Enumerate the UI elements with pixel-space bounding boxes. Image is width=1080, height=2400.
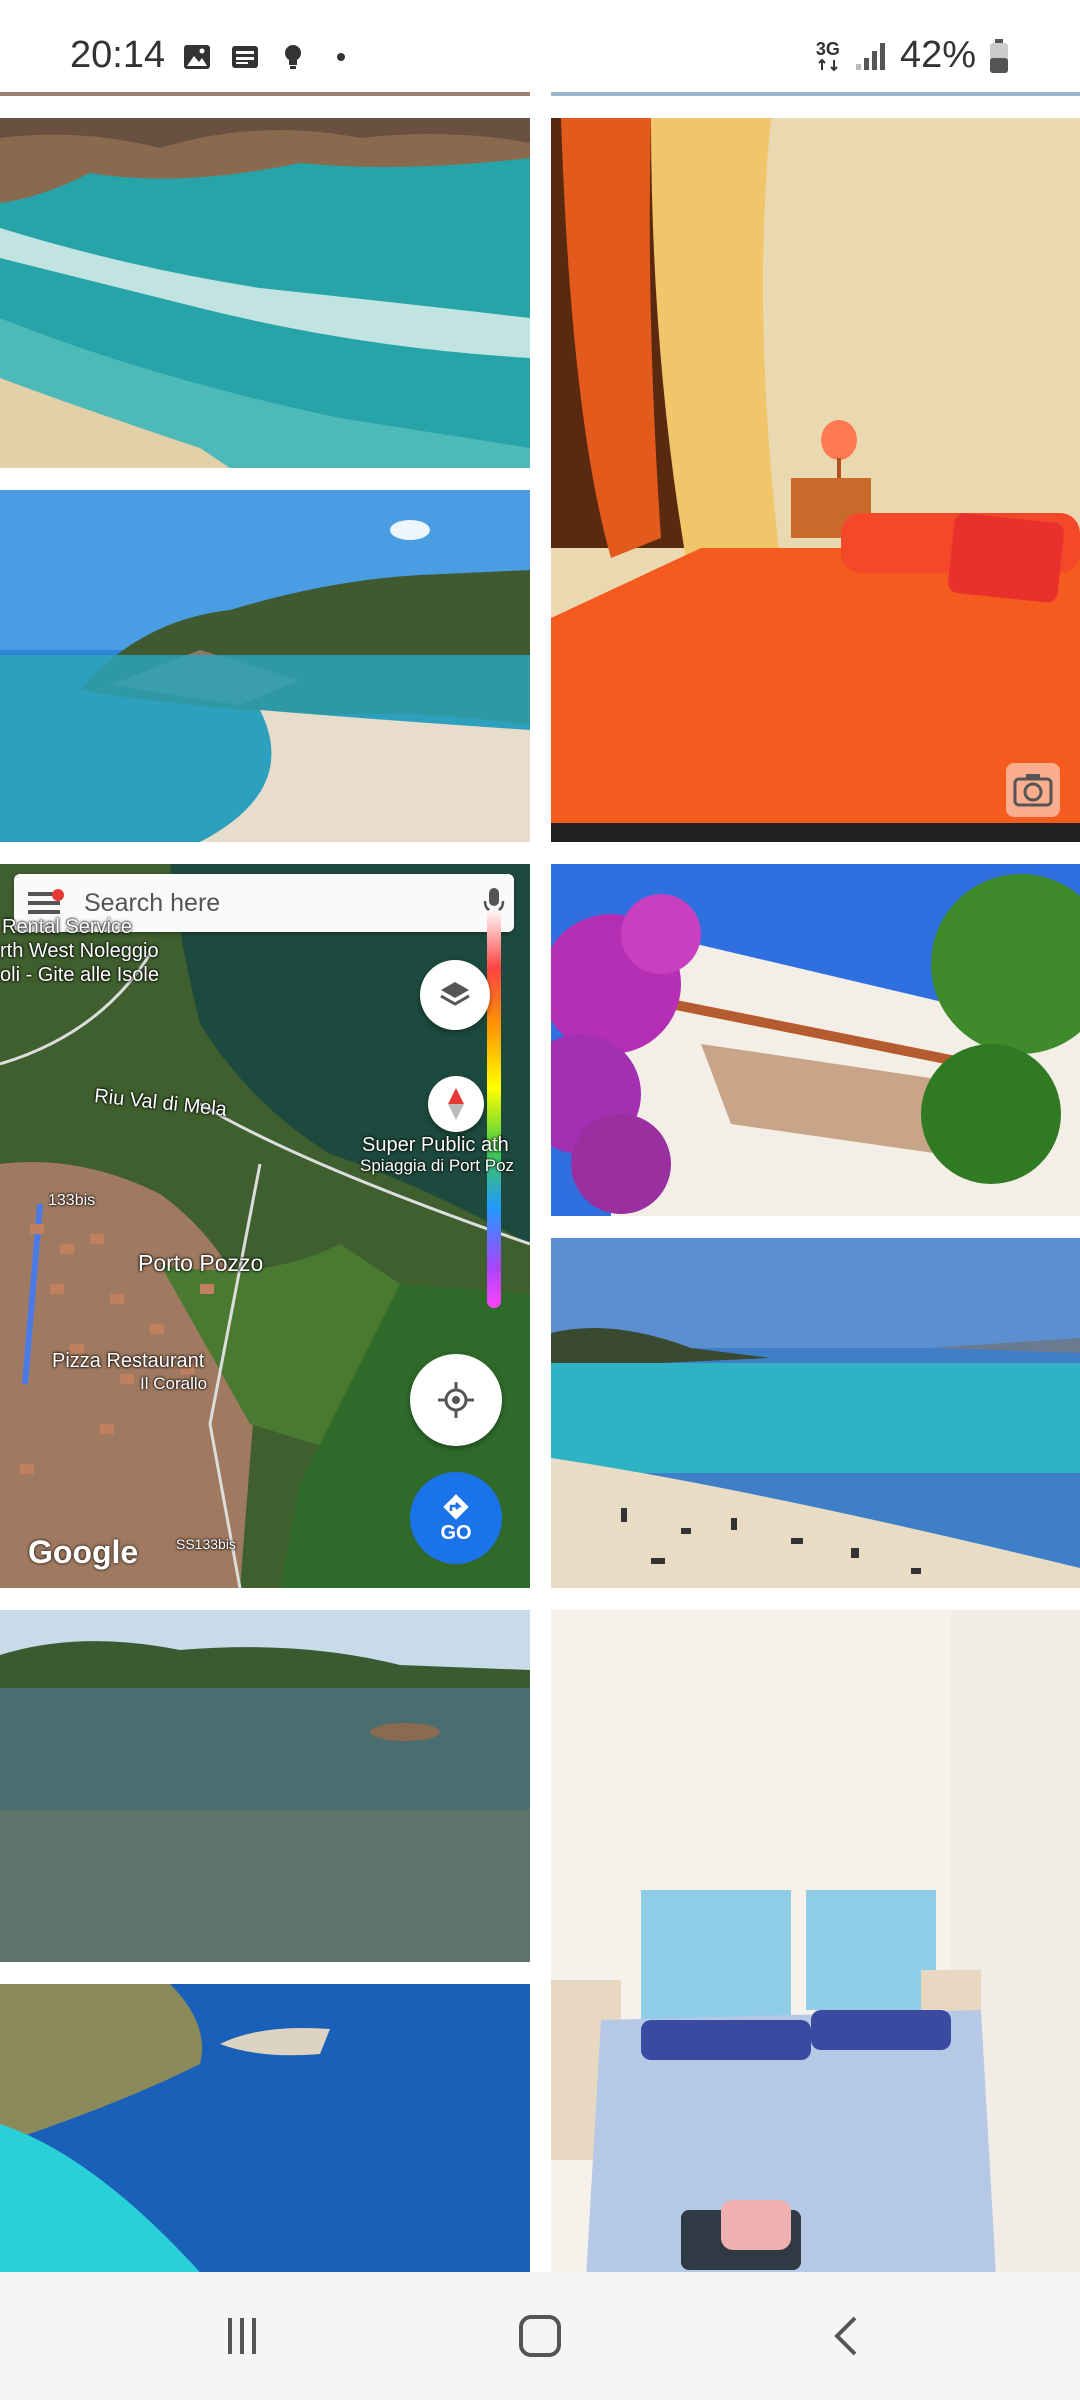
photo-beach-waves[interactable] [0, 118, 530, 468]
map-menu-icon[interactable] [14, 887, 74, 919]
photo-clear-sea-hills[interactable] [0, 1610, 530, 1962]
network-3g-icon: 3G [814, 40, 842, 72]
battery-icon [990, 38, 1008, 73]
photo-gallery[interactable]: Search here GO Rental Service rth West N… [0, 92, 1080, 2272]
network-label: 3G [815, 38, 840, 59]
recent-apps-icon[interactable] [202, 2304, 282, 2368]
photo-partial-top-right[interactable] [551, 92, 1080, 96]
photo-aerial-coast[interactable] [0, 1984, 530, 2272]
go-label: GO [440, 1521, 472, 1544]
map-label-road2: SS133bis [176, 1536, 236, 1552]
color-strip [487, 908, 501, 1308]
map-label-gite: oli - Gite alle Isole [0, 964, 159, 986]
photo-map-screenshot[interactable]: Search here GO Rental Service rth West N… [0, 864, 530, 1588]
back-icon[interactable] [806, 2304, 886, 2368]
map-label-road1: 133bis [48, 1192, 96, 1209]
photo-red-bedroom[interactable] [551, 118, 1080, 842]
gallery-icon [184, 45, 210, 69]
map-label-rental: Rental Service [2, 916, 133, 938]
google-logo: Google [28, 1534, 139, 1570]
signal-icon [855, 42, 885, 70]
map-label-pizza: Pizza Restaurant [52, 1350, 205, 1372]
map-label-north-west: rth West Noleggio [0, 940, 159, 962]
photo-blue-bedroom[interactable] [551, 1610, 1080, 2272]
photo-bougainvillea-roof[interactable] [551, 864, 1080, 1216]
bulb-icon [285, 45, 301, 69]
directions-icon [443, 1493, 469, 1520]
layers-icon[interactable] [420, 960, 490, 1030]
photo-bay-headland[interactable] [0, 490, 530, 842]
map-label-super-public: Super Public ath [362, 1134, 509, 1156]
map-label-spiaggia: Spiaggia di Port Poz [360, 1156, 515, 1175]
camera-icon[interactable] [1006, 763, 1060, 817]
battery-percent: 42% [899, 34, 976, 76]
map-label-town: Porto Pozzo [138, 1250, 264, 1276]
status-time: 20:14 [70, 34, 166, 76]
photo-sandy-beach-people[interactable] [551, 1238, 1080, 1588]
photo-partial-top-left[interactable] [0, 92, 530, 96]
dot-icon [337, 53, 345, 61]
system-status: 3G 42% [814, 34, 1010, 77]
my-location-icon[interactable] [410, 1354, 502, 1446]
home-icon[interactable] [500, 2304, 580, 2368]
navigation-bar [0, 2272, 1080, 2400]
map-label-corallo: Il Corallo [140, 1374, 208, 1393]
map-search-input[interactable]: Search here [74, 889, 474, 918]
news-icon [232, 46, 258, 68]
compass-icon[interactable] [428, 1076, 484, 1132]
go-button[interactable]: GO [410, 1472, 502, 1564]
notification-icons [182, 42, 356, 72]
